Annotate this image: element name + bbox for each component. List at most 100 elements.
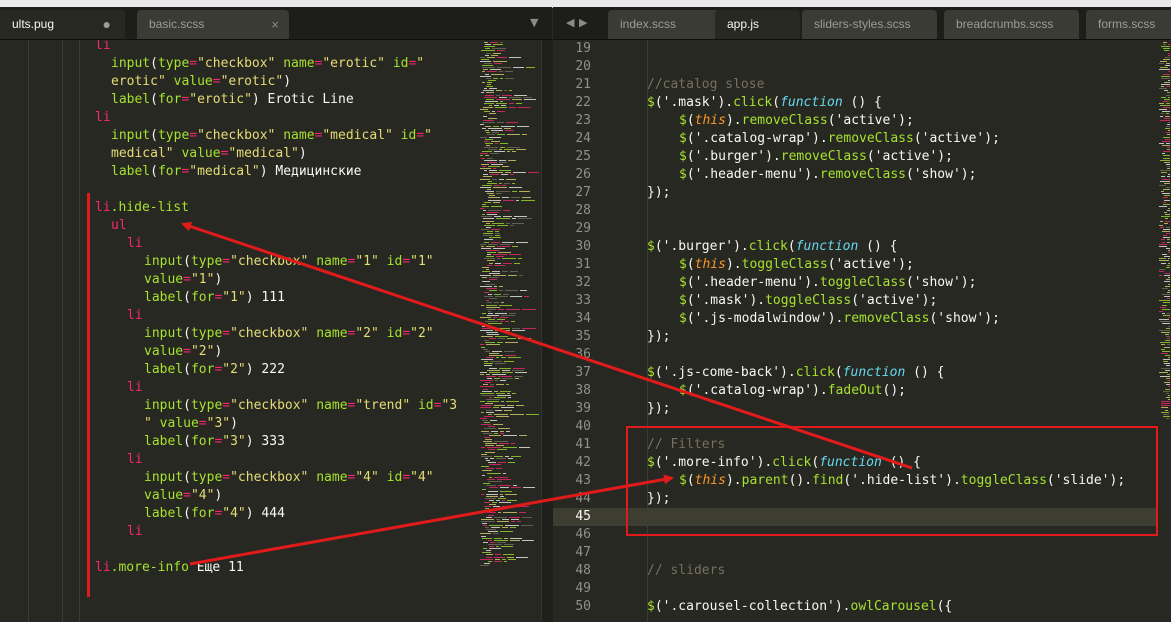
minimap-stroke: [492, 222, 504, 224]
minimap-stroke: [487, 252, 496, 253]
minimap-stroke: [1168, 357, 1170, 358]
minimap-stroke: [485, 508, 489, 510]
code-token: ();: [882, 383, 906, 398]
minimap-stroke: [1163, 48, 1170, 50]
minimap-stroke: [510, 296, 522, 298]
minimap-stroke: [511, 455, 521, 457]
minimap-stroke: [486, 306, 500, 308]
minimap-stroke: [482, 220, 494, 222]
minimap-stroke: [1160, 220, 1163, 222]
minimap-stroke: [1168, 121, 1170, 123]
minimap-stroke: [512, 222, 524, 224]
code-token: (: [772, 95, 781, 110]
line-number: 36: [575, 347, 591, 362]
minimap-stroke: [508, 462, 515, 463]
code-line: input(type="checkbox" name="erotic" id=": [0, 55, 477, 73]
minimap-stroke: [490, 153, 499, 155]
minimap-stroke: [485, 126, 491, 127]
tab-nav-left-icon[interactable]: ◀: [566, 16, 574, 29]
minimap-stroke: [502, 499, 505, 501]
minimap-stroke: [512, 245, 518, 247]
minimap-stroke: [492, 350, 502, 352]
minimap-stroke: [499, 178, 504, 180]
left-minimap[interactable]: [478, 40, 542, 622]
minimap-stroke: [482, 71, 485, 73]
minimap-stroke: [1161, 46, 1170, 48]
minimap-stroke: [514, 216, 527, 218]
minimap-stroke: [484, 291, 489, 293]
tab-nav-right-icon[interactable]: ▶: [579, 16, 587, 29]
minimap-stroke: [482, 266, 489, 268]
minimap-stroke: [1164, 90, 1168, 92]
minimap-stroke: [484, 363, 493, 365]
code-token: toggleClass: [741, 257, 828, 272]
minimap-stroke: [482, 281, 490, 283]
code-token: });: [647, 185, 671, 200]
minimap-stroke: [1161, 331, 1170, 333]
minimap-stroke: [483, 441, 492, 442]
minimap-stroke: [524, 296, 529, 298]
minimap-stroke: [485, 321, 498, 323]
line-number: 27: [575, 185, 591, 200]
minimap-stroke: [481, 336, 493, 337]
code-token: ('.catalog-wrap').: [686, 383, 828, 398]
code-token: .hide-list: [110, 200, 189, 215]
minimap-stroke: [1167, 210, 1170, 211]
minimap-stroke: [489, 352, 499, 354]
minimap-stroke: [486, 144, 490, 146]
tab-ults-pug[interactable]: ults.pug ●: [0, 10, 125, 39]
left-editor-pane[interactable]: li input(type="checkbox" name="erotic" id…: [0, 40, 477, 622]
line-number: 20: [575, 59, 591, 74]
minimap-stroke: [484, 361, 488, 363]
minimap-stroke: [490, 361, 502, 363]
minimap-stroke: [481, 92, 484, 94]
minimap-stroke: [504, 350, 515, 352]
code-token: (: [150, 128, 158, 143]
code-token: type: [190, 326, 223, 341]
code-token: label: [111, 164, 151, 179]
minimap-stroke: [1164, 182, 1170, 184]
minimap-stroke: [492, 270, 500, 272]
minimap-stroke: [481, 247, 491, 249]
tab-breadcrumbs-scss[interactable]: breadcrumbs.scss: [944, 10, 1079, 39]
right-minimap[interactable]: [1157, 40, 1171, 622]
code-token: value: [159, 416, 199, 431]
minimap-stroke: [482, 184, 492, 186]
minimap-stroke: [1161, 96, 1166, 98]
minimap-stroke: [491, 163, 503, 165]
code-token: ).: [725, 113, 742, 128]
minimap-stroke: [480, 275, 491, 277]
minimap-stroke: [485, 138, 493, 140]
minimap-stroke: [1164, 212, 1167, 214]
minimap-stroke: [490, 457, 494, 459]
minimap-stroke: [1160, 321, 1170, 323]
minimap-stroke: [486, 132, 490, 134]
code-token: (: [183, 290, 191, 305]
tab-forms-scss[interactable]: forms.scss: [1086, 10, 1171, 39]
tab-app-js[interactable]: app.js: [715, 10, 800, 39]
minimap-stroke: [1162, 294, 1170, 295]
tab-dropdown-icon[interactable]: ▼: [530, 16, 538, 29]
minimap-stroke: [1161, 239, 1165, 241]
code-token: "2": [222, 362, 246, 377]
tab-sliders-styles-scss[interactable]: sliders-styles.scss: [802, 10, 937, 39]
minimap-stroke: [519, 447, 530, 449]
close-icon[interactable]: ×: [271, 10, 279, 39]
minimap-stroke: [1160, 60, 1167, 62]
minimap-stroke: [496, 546, 499, 547]
minimap-stroke: [491, 241, 500, 243]
left-code-area[interactable]: li input(type="checkbox" name="erotic" id…: [0, 40, 477, 577]
minimap-stroke: [481, 163, 489, 165]
code-token: $: [679, 131, 687, 146]
code-token: ('.catalog-wrap').: [686, 131, 828, 146]
minimap-stroke: [483, 432, 492, 434]
minimap-stroke: [494, 63, 502, 64]
minimap-stroke: [488, 319, 495, 321]
tab-basic-scss[interactable]: basic.scss ×: [137, 10, 289, 39]
minimap-stroke: [481, 216, 492, 218]
minimap-stroke: [519, 191, 530, 193]
minimap-stroke: [486, 268, 489, 270]
minimap-stroke: [516, 556, 528, 558]
minimap-stroke: [481, 50, 495, 52]
